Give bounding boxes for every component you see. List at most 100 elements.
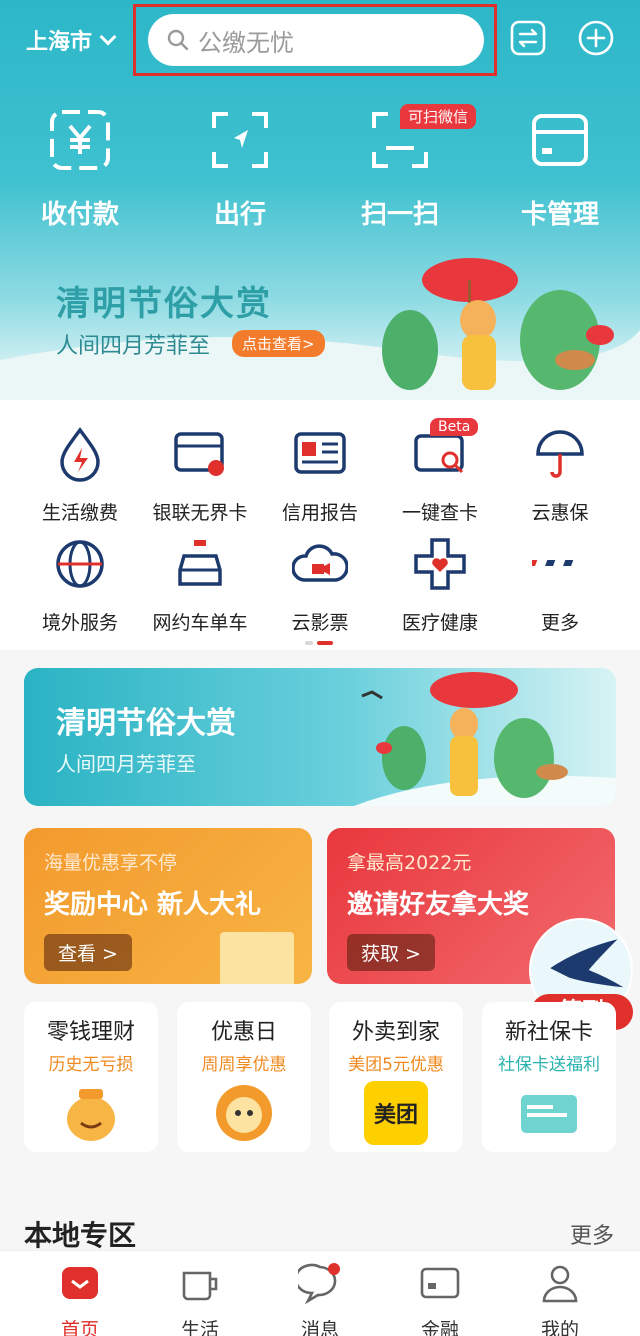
card-food-delivery[interactable]: 外卖到家 美团5元优惠 美团 <box>329 1002 463 1152</box>
service-credit-report[interactable]: 信用报告 <box>256 426 384 525</box>
festival-banner[interactable]: 清明节俗大赏 人间四月芳菲至 <box>24 668 616 806</box>
city-label: 上海市 <box>26 30 93 55</box>
money-jar-icon <box>67 1089 115 1141</box>
bill-icon <box>60 427 100 482</box>
meituan-logo-text: 美团 <box>373 1103 418 1128</box>
tab-label: 生活 <box>180 1319 219 1336</box>
quick-action-pay[interactable]: 收付款 <box>20 108 140 231</box>
banner-view-button[interactable]: 点击查看> <box>232 330 325 357</box>
quick-action-cards[interactable]: 卡管理 <box>500 108 620 231</box>
service-more[interactable]: 更多 <box>496 536 624 635</box>
promo-get-button[interactable]: 获取 > <box>347 934 435 971</box>
tab-label: 我的 <box>540 1319 579 1336</box>
bottom-tab-bar: 首页 生活 消息 金融 我的 <box>0 1250 640 1336</box>
more-icon <box>527 560 574 566</box>
service-label: 一键查卡 <box>401 502 478 524</box>
promo-subtitle: 拿最高2022元 <box>347 852 472 874</box>
local-more-link[interactable]: 更多 <box>570 1218 614 1250</box>
quick-action-label: 卡管理 <box>520 200 599 230</box>
promo-subtitle: 海量优惠享不停 <box>44 852 178 874</box>
globe-icon <box>56 540 104 588</box>
movie-icon <box>291 544 349 582</box>
service-label: 云影票 <box>291 612 349 634</box>
service-label: 医疗健康 <box>401 612 478 634</box>
service-unionpay-card[interactable]: 银联无界卡 <box>136 426 264 525</box>
page-dot-active <box>317 641 333 645</box>
search-icon <box>167 29 189 51</box>
service-label: 银联无界卡 <box>152 502 248 524</box>
promo-view-button[interactable]: 查看 > <box>44 934 132 971</box>
service-ride[interactable]: 网约车单车 <box>136 536 264 635</box>
card-title: 零钱理财 <box>46 1020 135 1045</box>
tab-label: 消息 <box>300 1319 339 1336</box>
banner-subtitle: 人间四月芳菲至 <box>56 752 196 776</box>
search-placeholder: 公缴无忧 <box>198 28 294 57</box>
service-label: 生活缴费 <box>41 502 118 524</box>
page-indicator <box>305 641 333 645</box>
card-icon <box>532 114 588 166</box>
user-icon <box>542 1265 578 1303</box>
card-subtitle: 美团5元优惠 <box>348 1055 444 1075</box>
service-medical[interactable]: 医疗健康 <box>376 536 504 635</box>
service-label: 信用报告 <box>281 502 358 524</box>
city-selector[interactable]: 上海市 <box>26 24 117 56</box>
promo-reward-center[interactable]: 海量优惠享不停 奖励中心 新人大礼 查看 > <box>24 828 312 984</box>
add-icon[interactable] <box>578 20 614 56</box>
tab-life[interactable]: 生活 <box>140 1261 260 1336</box>
card-icon <box>174 432 224 476</box>
beta-badge: Beta <box>430 418 479 436</box>
service-bill[interactable]: 生活缴费 <box>16 426 144 525</box>
banner-title: 清明节俗大赏 <box>56 706 236 741</box>
quick-action-label: 出行 <box>213 200 266 230</box>
service-insurance[interactable]: 云惠保 <box>496 426 624 525</box>
card-social-security[interactable]: 新社保卡 社保卡送福利 <box>482 1002 616 1152</box>
page-dot <box>305 641 313 645</box>
card-subtitle: 周周享优惠 <box>201 1055 287 1075</box>
tab-messages[interactable]: 消息 <box>260 1261 380 1336</box>
scan-wechat-tag: 可扫微信 <box>400 104 477 129</box>
card-wealth[interactable]: 零钱理财 历史无亏损 <box>24 1002 158 1152</box>
card-discount-day[interactable]: 优惠日 周周享优惠 <box>177 1002 311 1152</box>
promo-title: 奖励中心 新人大礼 <box>44 890 262 920</box>
umbrella-icon <box>536 430 584 478</box>
car-icon <box>178 540 222 586</box>
meituan-logo: 美团 <box>364 1081 428 1145</box>
social-card-icon <box>521 1095 577 1133</box>
service-label: 云惠保 <box>531 502 589 524</box>
card-title: 新社保卡 <box>504 1020 593 1045</box>
tab-label: 金融 <box>420 1319 459 1336</box>
switch-icon[interactable] <box>510 20 546 56</box>
tab-finance[interactable]: 金融 <box>380 1261 500 1336</box>
service-label: 境外服务 <box>41 612 118 634</box>
service-label: 更多 <box>540 612 579 634</box>
banner-subtitle: 人间四月芳菲至 <box>56 334 211 359</box>
card-title: 优惠日 <box>210 1020 277 1045</box>
gift-card-icon <box>220 932 294 984</box>
card-subtitle: 历史无亏损 <box>48 1055 134 1075</box>
navigation-icon <box>212 112 268 168</box>
service-overseas[interactable]: 境外服务 <box>16 536 144 635</box>
finance-icon <box>420 1267 460 1299</box>
chevron-down-icon <box>99 28 117 46</box>
service-label: 网约车单车 <box>152 612 248 634</box>
lion-mascot-icon <box>216 1085 272 1141</box>
quick-action-travel[interactable]: 出行 <box>180 108 300 231</box>
message-icon <box>294 1263 340 1305</box>
cup-icon <box>182 1271 218 1301</box>
tab-label: 首页 <box>60 1319 99 1336</box>
local-section-title: 本地专区 <box>24 1219 137 1252</box>
card-title: 外卖到家 <box>351 1020 440 1045</box>
service-card-check[interactable]: 一键查卡 <box>376 426 504 525</box>
home-icon <box>62 1267 98 1299</box>
promo-title: 邀请好友拿大奖 <box>347 890 530 920</box>
card-subtitle: 社保卡送福利 <box>498 1055 600 1075</box>
quick-action-label: 扫一扫 <box>360 200 439 230</box>
service-movie[interactable]: 云影票 <box>256 536 384 635</box>
tab-home[interactable]: 首页 <box>20 1261 140 1336</box>
report-icon <box>294 432 346 474</box>
banner-title[interactable]: 清明节俗大赏 <box>56 276 272 325</box>
search-input[interactable]: 公缴无忧 <box>148 14 484 66</box>
yuan-icon <box>50 110 110 170</box>
tab-profile[interactable]: 我的 <box>500 1261 620 1336</box>
medical-icon <box>414 538 466 590</box>
